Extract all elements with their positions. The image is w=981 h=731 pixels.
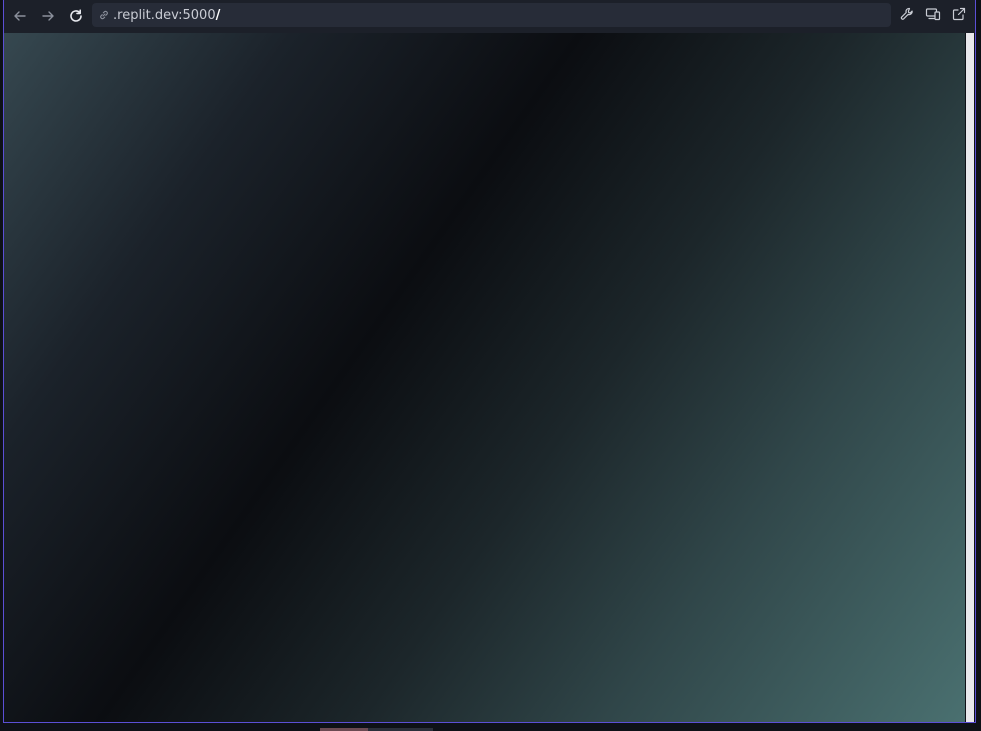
device-preview-button[interactable] bbox=[922, 5, 944, 27]
external-link-icon bbox=[951, 6, 967, 26]
webview-panel: .replit.dev:5000/ bbox=[3, 0, 976, 723]
arrow-left-icon bbox=[13, 9, 27, 23]
reload-icon bbox=[68, 8, 84, 24]
reload-button[interactable] bbox=[65, 5, 87, 27]
devices-icon bbox=[925, 6, 941, 26]
page-viewport[interactable] bbox=[4, 33, 965, 722]
browser-toolbar: .replit.dev:5000/ bbox=[4, 0, 975, 32]
wrench-icon bbox=[899, 6, 915, 26]
scrollbar[interactable] bbox=[965, 33, 975, 722]
link-icon bbox=[98, 9, 110, 21]
url-path: / bbox=[215, 7, 221, 23]
devtools-button[interactable] bbox=[896, 5, 918, 27]
bottom-strip bbox=[0, 723, 981, 731]
back-button[interactable] bbox=[9, 5, 31, 27]
url-text: .replit.dev:5000/ bbox=[113, 8, 220, 23]
forward-button[interactable] bbox=[37, 5, 59, 27]
arrow-right-icon bbox=[41, 9, 55, 23]
url-host: .replit.dev:5000 bbox=[113, 7, 216, 23]
scrollbar-thumb[interactable] bbox=[966, 33, 974, 722]
open-new-tab-button[interactable] bbox=[948, 5, 970, 27]
url-bar[interactable]: .replit.dev:5000/ bbox=[92, 3, 891, 27]
